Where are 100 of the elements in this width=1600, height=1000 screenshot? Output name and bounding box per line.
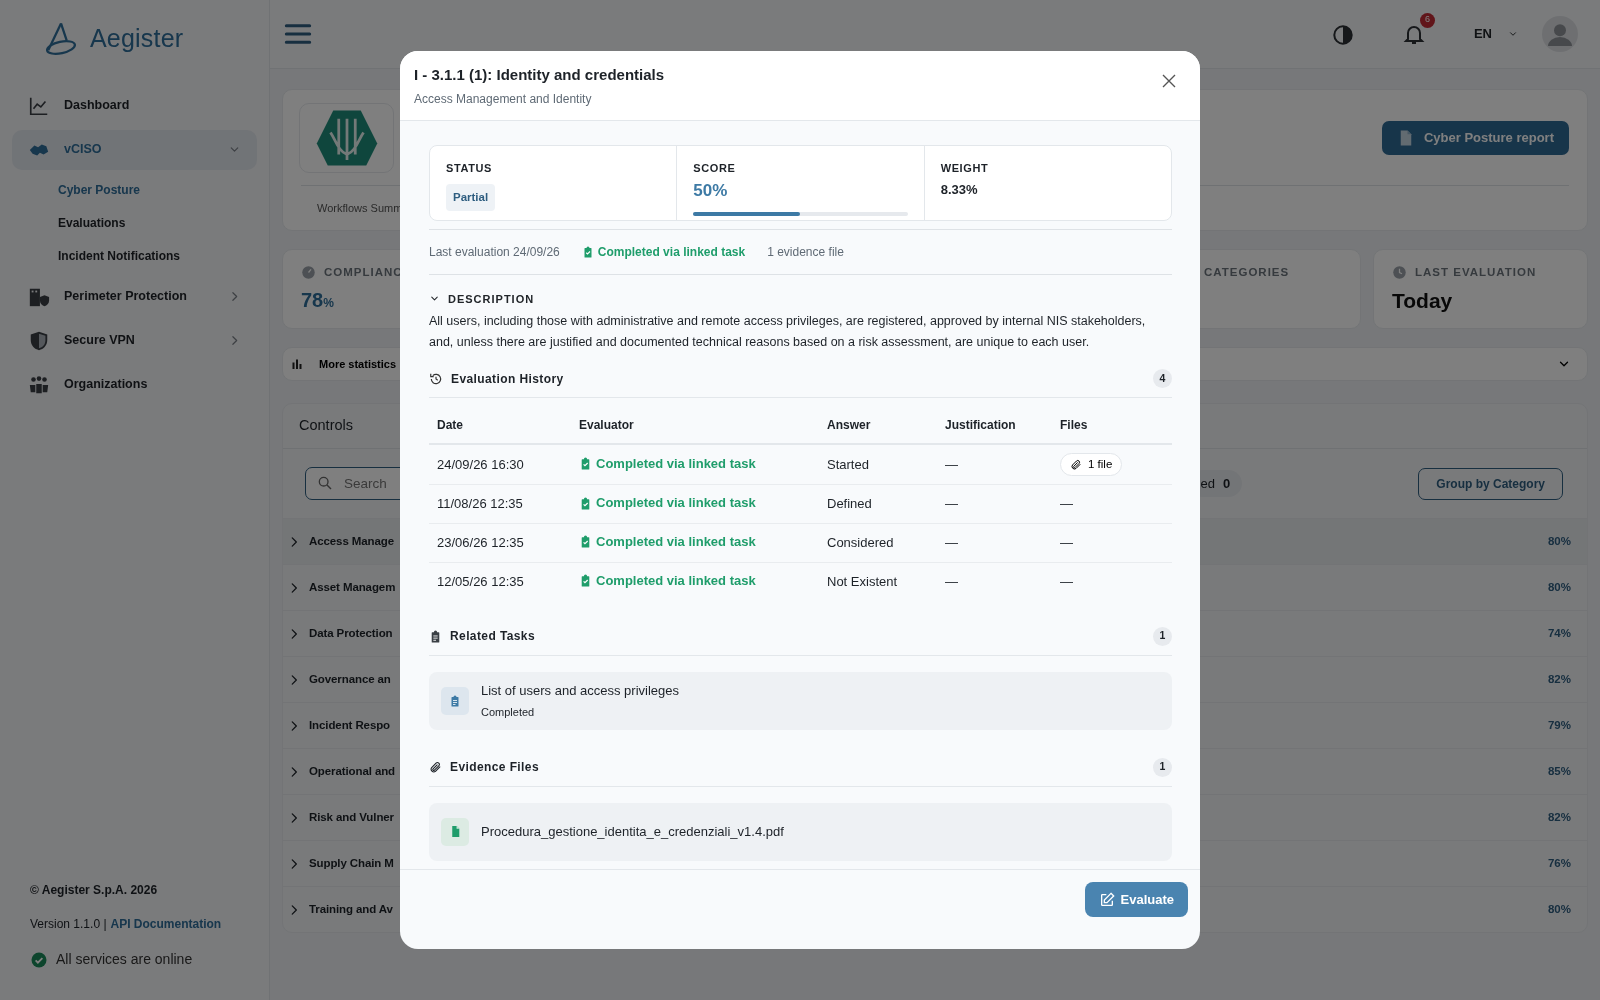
- summary-label: STATUS: [446, 160, 493, 176]
- clipboard-check-icon: [579, 457, 592, 470]
- check-circle-icon: [30, 950, 48, 969]
- nav-item[interactable]: Secure VPN: [12, 320, 257, 361]
- copyright-text: © Aegister S.p.A. 2026: [30, 882, 159, 899]
- search-icon: [317, 475, 333, 491]
- category-name: Incident Respo: [309, 717, 391, 733]
- table-cell: Considered: [819, 523, 937, 563]
- task-status: Completed: [481, 705, 536, 720]
- group-by-button[interactable]: Group by Category: [1418, 467, 1563, 500]
- count-badge: 1: [1153, 757, 1172, 777]
- category-name: Governance an: [309, 671, 391, 687]
- theme-toggle-button[interactable]: [1331, 22, 1354, 46]
- category-score: 80%: [1547, 533, 1571, 549]
- clipboard-list-icon: [429, 629, 442, 643]
- clock-icon: [1392, 265, 1407, 281]
- dialog-subtitle: Access Management and Identity: [414, 90, 593, 108]
- category-score: 74%: [1547, 625, 1571, 641]
- table-cell: —: [937, 484, 1052, 524]
- evaluator-text: Completed via linked task: [596, 494, 756, 513]
- table-cell: Started: [819, 444, 937, 485]
- clipboard-check-icon: [579, 496, 592, 510]
- file-card[interactable]: Procedura_gestione_identita_e_credenziali_v1.4.pdf: [429, 802, 1172, 861]
- category-name: Data Protection: [309, 625, 393, 641]
- nav-item[interactable]: vCISO: [12, 129, 257, 170]
- completion-status: Completed via linked task: [581, 242, 746, 261]
- weight-value: 8.33%: [940, 181, 979, 199]
- category-name: Risk and Vulner: [309, 809, 394, 825]
- table-cell: 24/09/26 16:30: [429, 444, 571, 485]
- table-cell: Not Existent: [819, 562, 937, 601]
- nav-item[interactable]: Perimeter Protection: [12, 276, 257, 317]
- chevron-down-icon: [1508, 29, 1518, 39]
- stat-value: 78%: [301, 288, 334, 314]
- evaluator-text: Completed via linked task: [596, 571, 756, 590]
- category-score: 82%: [1547, 809, 1571, 825]
- clipboard-check-icon: [579, 574, 592, 587]
- category-name: Asset Managem: [309, 579, 396, 595]
- category-score: 80%: [1547, 901, 1571, 917]
- evaluate-button[interactable]: Evaluate: [1084, 882, 1188, 917]
- nav-subitem[interactable]: Cyber Posture: [12, 173, 257, 207]
- category-name: Supply Chain M: [309, 855, 394, 871]
- section-title: Evidence Files: [450, 759, 539, 776]
- file-chip[interactable]: 1 file: [1060, 453, 1123, 477]
- summary-label: SCORE: [693, 160, 737, 176]
- evidence-count-text: 1 evidence file: [767, 243, 844, 261]
- table-cell: —: [937, 523, 1052, 563]
- column-header: Files: [1052, 406, 1172, 444]
- category-score: 79%: [1547, 717, 1571, 733]
- file-name: Procedura_gestione_identita_e_credenziali_v1.4.pdf: [481, 822, 784, 841]
- category-name: Access Manage: [309, 533, 394, 549]
- task-title: List of users and access privileges: [481, 681, 679, 700]
- clipboard-list-icon: [449, 694, 461, 707]
- stat-label: CATEGORIES: [1204, 265, 1290, 280]
- count-badge: 1: [1153, 626, 1172, 646]
- paperclip-icon: [1070, 458, 1082, 471]
- table-cell: 11/08/26 12:35: [429, 484, 571, 524]
- table-cell: —: [937, 444, 1052, 485]
- category-score: 80%: [1547, 579, 1571, 595]
- history-icon: [429, 371, 443, 386]
- contrast-icon: [1331, 23, 1354, 46]
- language-dropdown[interactable]: EN: [1473, 24, 1518, 44]
- table-cell: 12/05/26 12:35: [429, 562, 571, 601]
- evaluator-text: Completed via linked task: [596, 454, 756, 473]
- evaluator-text: Completed via linked task: [596, 533, 756, 551]
- notification-count: 6: [1419, 12, 1435, 28]
- nav-icon: [28, 329, 50, 352]
- nav-subitem[interactable]: Incident Notifications: [12, 239, 257, 273]
- table-cell: 23/06/26 12:35: [429, 523, 571, 563]
- docs-link[interactable]: API Documentation: [110, 915, 222, 933]
- gauge-icon: [301, 265, 316, 281]
- table-cell: —: [1052, 562, 1172, 601]
- table-cell: —: [937, 562, 1052, 601]
- status-text: All services are online: [56, 950, 193, 969]
- stat-label: LAST EVALUATION: [1415, 265, 1537, 280]
- category-name: Training and Av: [309, 901, 393, 917]
- stat-label: COMPLIANC: [324, 265, 403, 280]
- nav-item[interactable]: Dashboard: [12, 85, 257, 126]
- column-header: Answer: [819, 406, 937, 444]
- category-score: 82%: [1547, 671, 1571, 687]
- table-cell: —: [1052, 523, 1172, 563]
- status-badge: Partial: [446, 184, 496, 212]
- category-score: 85%: [1547, 763, 1571, 779]
- task-card[interactable]: List of users and access privileges Completed: [429, 671, 1172, 730]
- nav-subitem[interactable]: Evaluations: [12, 206, 257, 240]
- table-cell: —: [1052, 484, 1172, 524]
- table-cell: Defined: [819, 484, 937, 524]
- bar-chart-icon: [291, 358, 303, 370]
- stat-value: Today: [1392, 288, 1453, 315]
- score-value: 50%: [693, 180, 729, 202]
- last-evaluation-text: Last evaluation 24/09/26: [429, 243, 560, 261]
- description-toggle[interactable]: DESCRIPTION: [429, 290, 535, 307]
- category-score: 76%: [1547, 855, 1571, 871]
- nav-item[interactable]: Organizations: [12, 364, 257, 405]
- edit-icon: [1098, 891, 1115, 908]
- report-button[interactable]: Cyber Posture report: [1381, 120, 1569, 155]
- section-title: Related Tasks: [450, 628, 536, 645]
- column-header: Evaluator: [571, 406, 819, 444]
- version-text: Version 1.1.0 |: [30, 916, 107, 933]
- clipboard-check-icon: [579, 535, 592, 549]
- category-name: Operational and: [309, 763, 396, 779]
